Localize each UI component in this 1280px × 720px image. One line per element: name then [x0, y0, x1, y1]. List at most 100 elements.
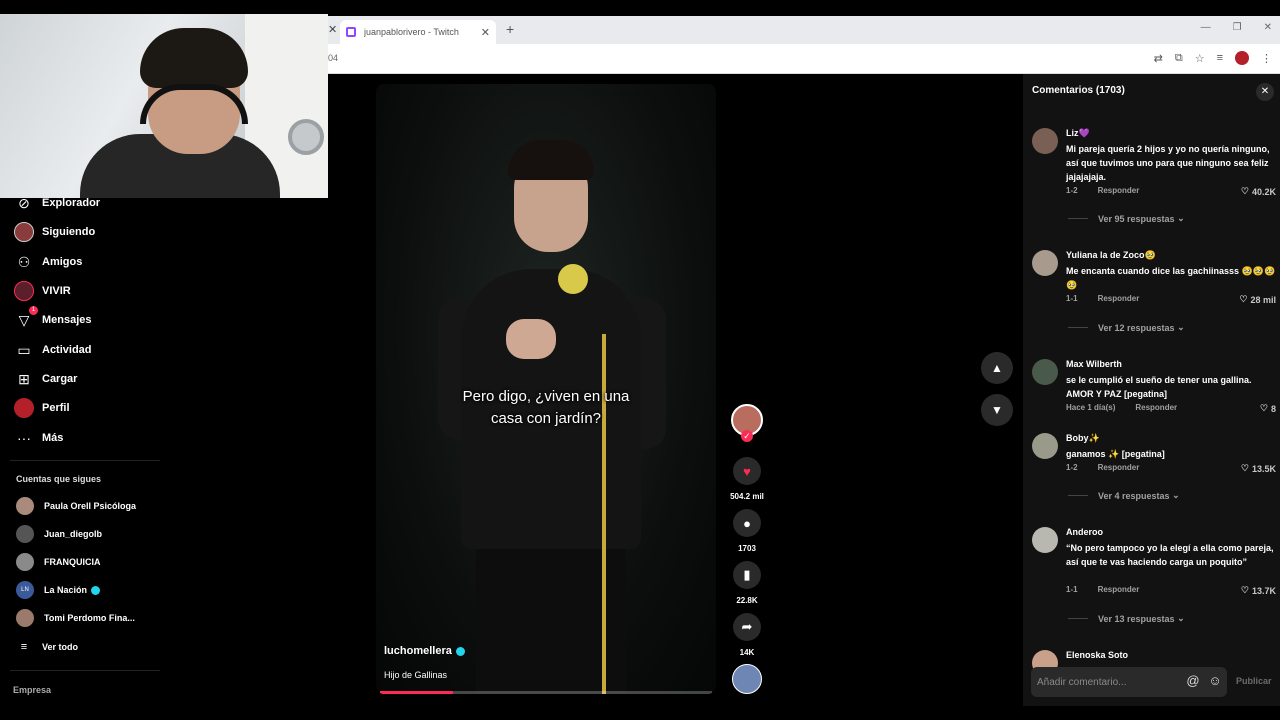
view-replies-button[interactable]: Ver 12 respuestas ⌄ [1068, 322, 1185, 333]
comment-avatar[interactable] [1032, 527, 1058, 553]
mention-at-icon[interactable]: @ [1185, 673, 1201, 689]
comment-date: 1-2 [1066, 186, 1078, 195]
browser-menu-icon[interactable]: ⋮ [1261, 52, 1272, 65]
comment-input-box[interactable]: @ ☺ [1031, 667, 1227, 697]
heart-outline-icon: ♡ [1239, 294, 1248, 304]
nav-item-perfil[interactable]: Perfil [14, 397, 70, 419]
share-icon[interactable]: ➦ [733, 613, 761, 641]
browser-tab-active[interactable]: juanpablorivero - Twitch ✕ [340, 20, 496, 44]
following-section-title: Cuentas que sigues [16, 474, 102, 484]
messages-badge: 1 [29, 306, 38, 315]
nav-item-amigos[interactable]: ⚇ Amigos [14, 251, 83, 273]
bookmark-icon[interactable]: ▮ [733, 561, 761, 589]
emoji-icon[interactable]: ☺ [1207, 673, 1223, 689]
comment-avatar[interactable] [1032, 359, 1058, 385]
company-link[interactable]: Empresa [13, 685, 51, 695]
comment-username[interactable]: Elenoska Soto [1066, 650, 1128, 660]
view-replies-button[interactable]: Ver 95 respuestas ⌄ [1068, 213, 1185, 224]
upload-icon: ⊞ [18, 370, 30, 387]
nav-item-mas[interactable]: ··· Más [14, 427, 63, 449]
following-avatar [16, 525, 34, 543]
publish-button[interactable]: Publicar [1236, 676, 1272, 686]
view-replies-label: Ver 95 respuestas [1098, 213, 1175, 224]
video-player[interactable]: Pero digo, ¿viven en una casa con jardín… [376, 84, 716, 694]
close-comments-icon[interactable]: ✕ [1256, 83, 1274, 101]
nav-item-actividad[interactable]: ▭ Actividad [14, 339, 91, 361]
new-tab-icon[interactable]: + [506, 21, 514, 37]
nav-label: Perfil [42, 402, 70, 414]
install-icon[interactable]: ⧉ [1175, 52, 1183, 65]
profile-avatar-icon[interactable] [1235, 51, 1249, 65]
nav-item-cargar[interactable]: ⊞ Cargar [14, 368, 77, 390]
comment-like-count: 40.2K [1251, 186, 1276, 197]
comment-like[interactable]: ♡ 13.7K [1241, 585, 1276, 596]
like-count: 504.2 mil [730, 492, 764, 501]
following-item[interactable]: Tomi Perdomo Fina... [16, 609, 135, 627]
nav-label: Explorador [42, 197, 101, 209]
comment-like[interactable]: ♡ 8 [1260, 403, 1276, 414]
following-item[interactable]: LN La Nación [16, 581, 101, 599]
translate-icon[interactable]: ⇄ [1154, 52, 1163, 65]
save-count: 22.8K [736, 596, 758, 605]
comment-like[interactable]: ♡ 13.5K [1241, 463, 1276, 474]
reply-button[interactable]: Responder [1098, 186, 1140, 195]
replies-line [1068, 495, 1088, 496]
left-sidebar: ⊘ Explorador Siguiendo ⚇ Amigos VIVIR ▽ 1… [0, 195, 328, 720]
comment-username[interactable]: Boby✨ [1066, 433, 1100, 444]
previous-video-chevron-up-icon[interactable]: ▲ [981, 352, 1013, 384]
nav-item-vivir[interactable]: VIVIR [14, 280, 71, 302]
nav-item-mensajes[interactable]: ▽ 1 Mensajes [14, 306, 92, 331]
video-author[interactable]: luchomellera [384, 645, 465, 657]
view-replies-button[interactable]: Ver 13 respuestas ⌄ [1068, 613, 1185, 624]
comment-icon[interactable]: ● [733, 509, 761, 537]
reply-button[interactable]: Responder [1098, 585, 1140, 594]
like-heart-icon[interactable]: ♥ [733, 457, 761, 485]
compass-icon: ⊘ [18, 194, 30, 211]
prev-tab-close-icon[interactable]: ✕ [328, 23, 337, 36]
following-item[interactable]: FRANQUICIA [16, 553, 101, 571]
url-text[interactable]: 04 [328, 53, 338, 63]
comment-like-count: 13.5K [1251, 463, 1276, 474]
view-replies-label: Ver 13 respuestas [1098, 613, 1175, 624]
comment-like[interactable]: ♡ 28 mil [1239, 294, 1276, 305]
video-progress-bar[interactable] [380, 691, 712, 694]
restore-icon[interactable]: ❐ [1233, 22, 1242, 33]
nav-item-siguiendo[interactable]: Siguiendo [14, 221, 95, 243]
window-close-icon[interactable]: ✕ [1264, 22, 1272, 33]
comments-panel: Comentarios (1703) ✕ Liz💜 Mi pareja quer… [1023, 74, 1280, 706]
video-microphone [558, 264, 588, 294]
reply-button[interactable]: Responder [1135, 403, 1177, 412]
bookmark-star-icon[interactable]: ☆ [1195, 52, 1205, 65]
comment-username[interactable]: Liz💜 [1066, 128, 1090, 139]
comment-avatar[interactable] [1032, 433, 1058, 459]
comment-meta: 1-2 Responder [1066, 186, 1139, 195]
view-replies-button[interactable]: Ver 4 respuestas ⌄ [1068, 490, 1180, 501]
comment-date: 1-1 [1066, 585, 1078, 594]
reply-button[interactable]: Responder [1098, 463, 1140, 472]
nav-divider [10, 460, 160, 461]
following-item[interactable]: Juan_diegolb [16, 525, 102, 543]
tab-close-icon[interactable]: ✕ [481, 26, 490, 39]
comment-avatar[interactable] [1032, 250, 1058, 276]
heart-outline-icon: ♡ [1259, 403, 1268, 413]
comment-username[interactable]: Max Wilberth [1066, 359, 1122, 369]
comment-username[interactable]: Anderoo [1066, 527, 1103, 537]
see-all-label: Ver todo [42, 642, 79, 652]
reading-list-icon[interactable]: ≡ [1217, 52, 1223, 64]
comment-avatar[interactable] [1032, 128, 1058, 154]
comment-input[interactable] [1037, 674, 1177, 690]
following-item[interactable]: Paula Orell Psicóloga [16, 497, 136, 515]
comment-username[interactable]: Yuliana la de Zoco🥹 [1066, 250, 1156, 261]
see-all-link[interactable]: ≡ Ver todo [14, 636, 78, 658]
video-author-name[interactable]: luchomellera [384, 645, 452, 657]
minimize-icon[interactable]: — [1201, 22, 1211, 33]
comment-date: 1-1 [1066, 294, 1078, 303]
follow-check-icon[interactable]: ✓ [741, 430, 753, 442]
comment-count: 1703 [738, 544, 756, 553]
nav-item-explorador[interactable]: ⊘ Explorador [14, 192, 100, 214]
reply-button[interactable]: Responder [1098, 294, 1140, 303]
music-disc-avatar[interactable] [732, 664, 762, 694]
address-bar[interactable]: 04 ⇄ ⧉ ☆ ≡ ⋮ [328, 44, 1280, 74]
next-video-chevron-down-icon[interactable]: ▼ [981, 394, 1013, 426]
comment-like[interactable]: ♡ 40.2K [1241, 186, 1276, 197]
